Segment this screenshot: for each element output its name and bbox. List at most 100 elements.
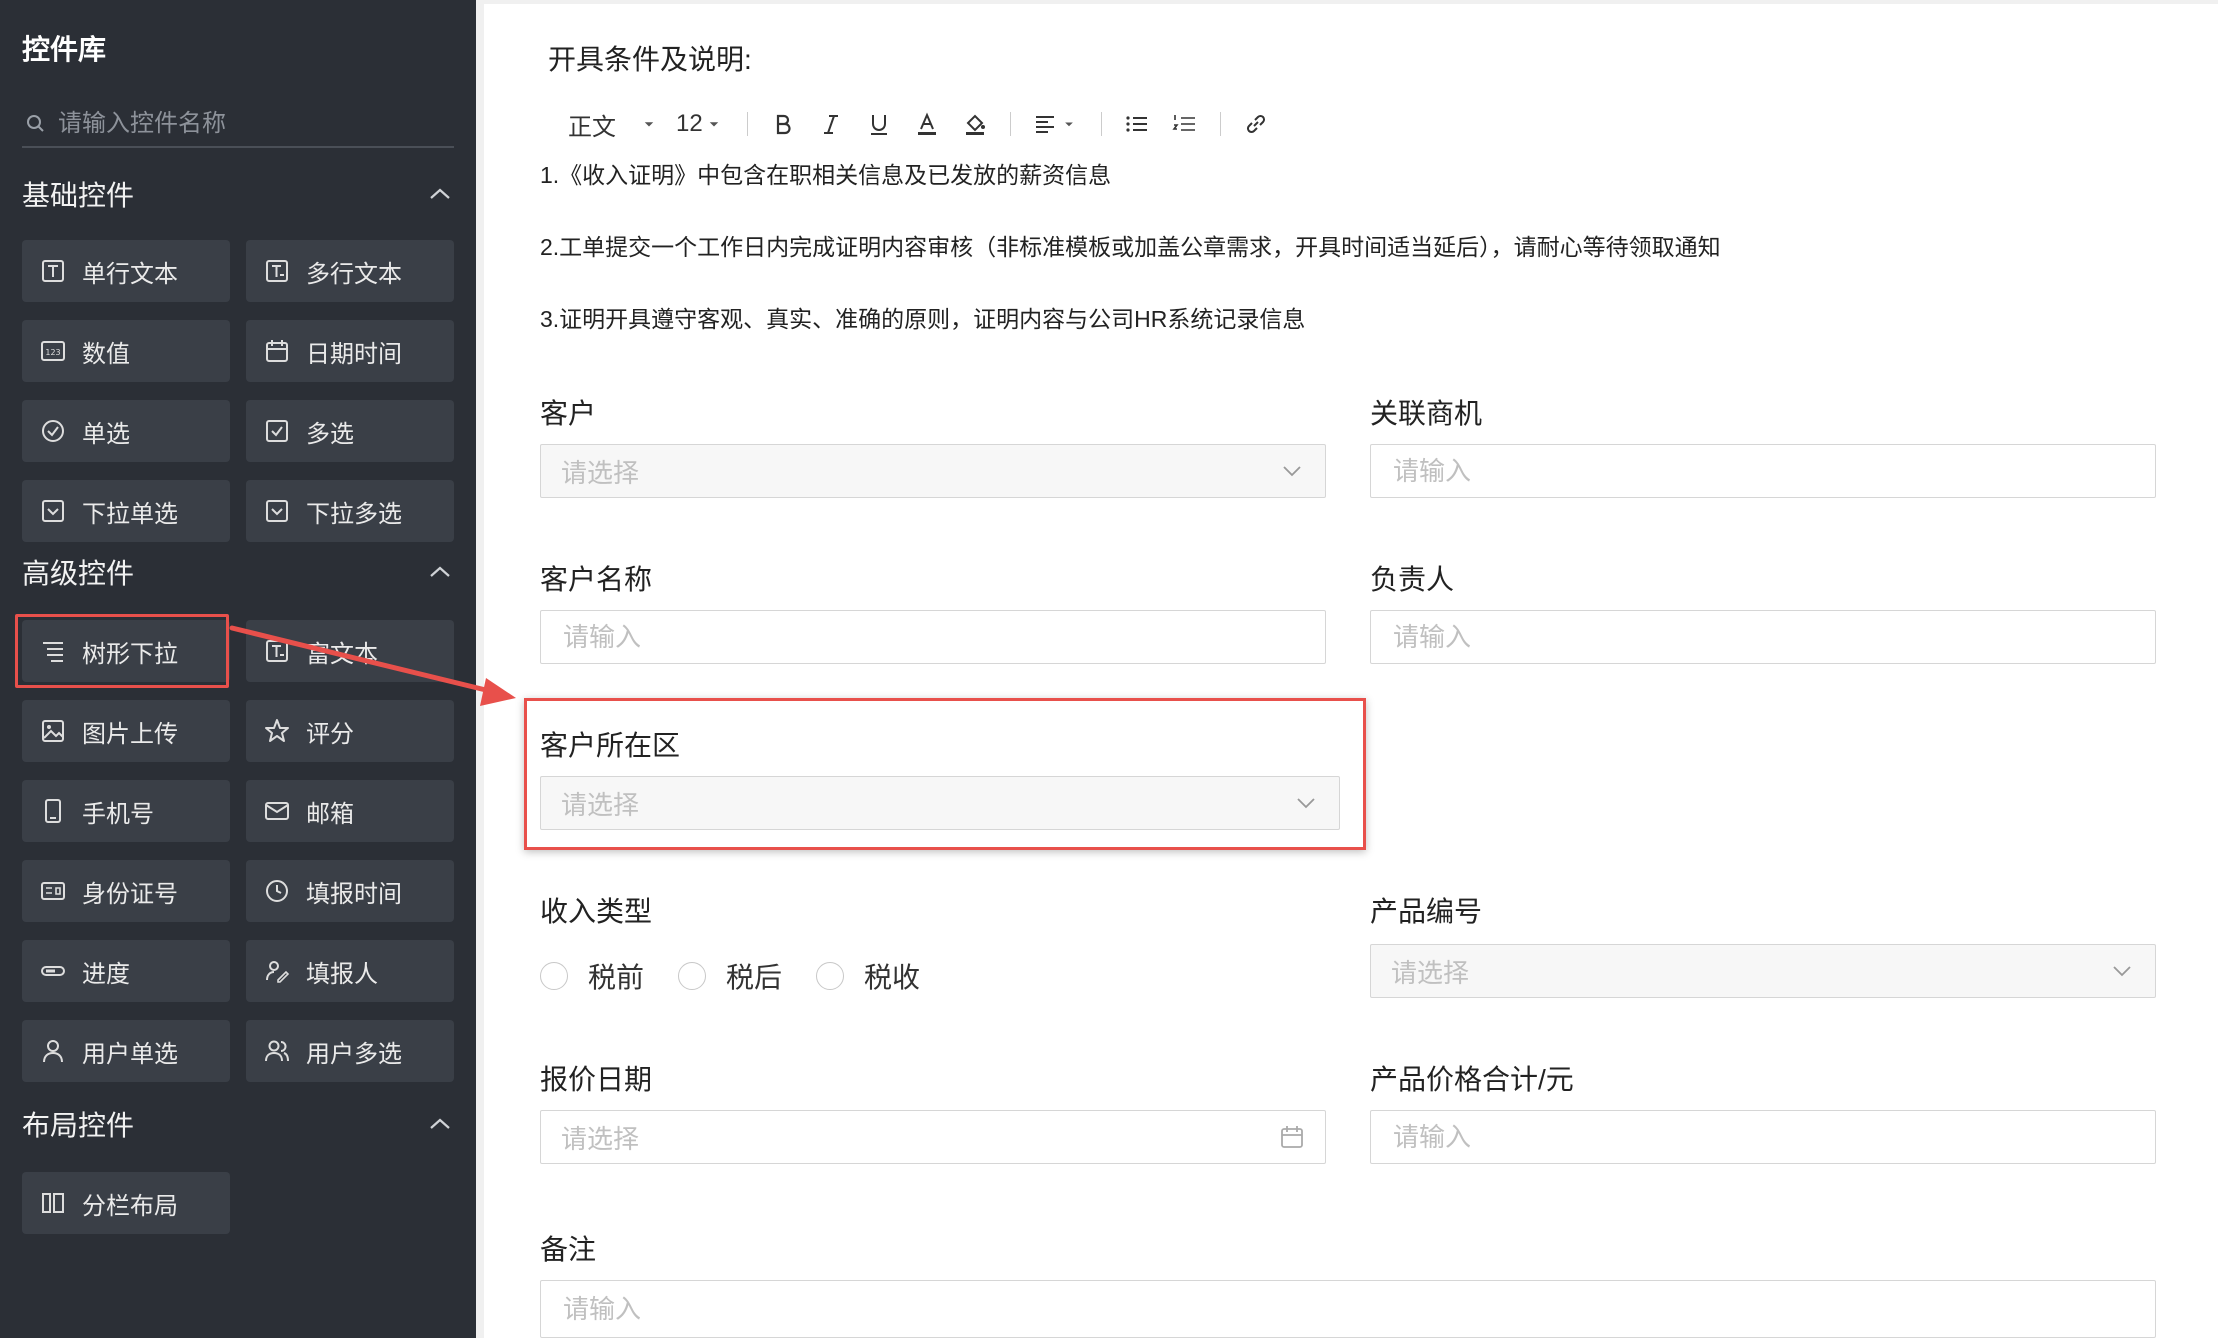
section-advanced-header[interactable]: 高级控件	[22, 552, 454, 592]
widget-dropdown-multi[interactable]: 下拉多选	[246, 480, 454, 542]
customer-name-input[interactable]	[561, 620, 1305, 654]
owner-label: 负责人	[1370, 564, 1455, 595]
section-layout-header[interactable]: 布局控件	[22, 1104, 454, 1144]
remark-input[interactable]	[561, 1292, 2135, 1326]
caret-down-icon	[1064, 122, 1073, 127]
remark-field[interactable]	[540, 1280, 2156, 1338]
link-icon	[1246, 114, 1265, 134]
mail-icon	[262, 796, 292, 826]
italic-button[interactable]	[818, 104, 844, 144]
quote-date-picker[interactable]: 请选择	[540, 1110, 1326, 1164]
numbered-list-icon	[1172, 115, 1195, 131]
radio-check-icon	[38, 416, 68, 446]
product-code-select[interactable]: 请选择	[1370, 944, 2156, 998]
widget-library-sidebar: 控件库 基础控件 单行文本 多行文本 123 数值 日期时间 单选 多选 下拉单…	[0, 0, 476, 1338]
widget-phone[interactable]: 手机号	[22, 780, 230, 842]
widget-submit-time[interactable]: 填报时间	[246, 860, 454, 922]
owner-input[interactable]	[1391, 620, 2135, 654]
chevron-up-icon[interactable]	[426, 1110, 454, 1138]
section-layout-title: 布局控件	[22, 1110, 135, 1141]
underline-button[interactable]	[866, 104, 892, 144]
widget-multi-select[interactable]: 多选	[246, 400, 454, 462]
widget-email[interactable]: 邮箱	[246, 780, 454, 842]
link-button[interactable]	[1243, 104, 1269, 144]
widget-image-upload[interactable]: 图片上传	[22, 700, 230, 762]
widget-label: 单选	[82, 420, 130, 448]
widget-label: 富文本	[306, 640, 378, 668]
paragraph-style-select[interactable]: 正文	[568, 104, 660, 144]
search-icon	[22, 110, 50, 138]
text-field-icon	[38, 256, 68, 286]
font-size-select[interactable]: 12	[676, 104, 725, 144]
price-total-input[interactable]	[1391, 1120, 2135, 1154]
dropdown-icon	[262, 496, 292, 526]
widget-search-input[interactable]	[56, 109, 450, 139]
italic-icon	[823, 115, 838, 134]
price-total-field[interactable]	[1370, 1110, 2156, 1164]
bold-icon	[776, 114, 791, 135]
sidebar-title: 控件库	[22, 34, 107, 65]
opportunity-label: 关联商机	[1370, 398, 1483, 429]
quote-date-placeholder: 请选择	[561, 1123, 640, 1154]
caret-down-icon	[644, 122, 654, 127]
chevron-up-icon[interactable]	[426, 180, 454, 208]
toolbar-divider	[746, 112, 748, 136]
radio-label: 税前	[588, 962, 645, 993]
remark-label: 备注	[540, 1234, 597, 1265]
product-code-placeholder: 请选择	[1391, 957, 1470, 988]
bullet-list-button[interactable]	[1124, 104, 1150, 144]
radio-circle[interactable]	[678, 962, 707, 990]
widget-multi-line-text[interactable]: 多行文本	[246, 240, 454, 302]
rich-text-icon	[262, 636, 292, 666]
form-card: 开具条件及说明: 正文 12 1.《收入证明》中包含在职相关信息及已发放的薪资信…	[484, 4, 2218, 1338]
chevron-up-icon[interactable]	[426, 558, 454, 586]
section-basic-title: 基础控件	[22, 180, 135, 211]
radio-label: 税收	[864, 962, 921, 993]
widget-id-number[interactable]: 身份证号	[22, 860, 230, 922]
radio-tax[interactable]: 税收	[816, 956, 920, 996]
widget-label: 日期时间	[306, 340, 402, 368]
widget-number[interactable]: 123 数值	[22, 320, 230, 382]
widget-search	[22, 102, 454, 148]
widget-user-multi[interactable]: 用户多选	[246, 1020, 454, 1082]
widget-rating[interactable]: 评分	[246, 700, 454, 762]
radio-circle[interactable]	[816, 962, 845, 990]
widget-single-select[interactable]: 单选	[22, 400, 230, 462]
price-total-label: 产品价格合计/元	[1370, 1064, 1574, 1095]
clock-icon	[262, 876, 292, 906]
widget-label: 手机号	[82, 800, 154, 828]
customer-name-field[interactable]	[540, 610, 1326, 664]
highlight-color-button[interactable]	[962, 104, 988, 144]
section-advanced-title: 高级控件	[22, 558, 135, 589]
widget-column-layout[interactable]: 分栏布局	[22, 1172, 230, 1234]
widget-user-single[interactable]: 用户单选	[22, 1020, 230, 1082]
widget-submitter[interactable]: 填报人	[246, 940, 454, 1002]
widget-dropdown-single[interactable]: 下拉单选	[22, 480, 230, 542]
radio-circle[interactable]	[540, 962, 568, 990]
widget-label: 填报时间	[306, 880, 402, 908]
align-select[interactable]	[1033, 104, 1079, 144]
underline-icon	[870, 115, 887, 135]
radio-after-tax[interactable]: 税后	[678, 956, 782, 996]
widget-single-line-text[interactable]: 单行文本	[22, 240, 230, 302]
widget-progress[interactable]: 进度	[22, 940, 230, 1002]
font-color-button[interactable]	[914, 104, 940, 144]
widget-rich-text[interactable]: 富文本	[246, 620, 454, 682]
phone-icon	[38, 796, 68, 826]
intro-line-3: 3.证明开具遵守客观、真实、准确的原则，证明内容与公司HR系统记录信息	[540, 306, 1306, 332]
widget-label: 多选	[306, 420, 354, 448]
opportunity-field[interactable]	[1370, 444, 2156, 498]
section-basic-header[interactable]: 基础控件	[22, 174, 454, 214]
radio-pre-tax[interactable]: 税前	[540, 956, 644, 996]
widget-datetime[interactable]: 日期时间	[246, 320, 454, 382]
bold-button[interactable]	[770, 104, 796, 144]
numbered-list-button[interactable]	[1172, 104, 1198, 144]
customer-select[interactable]: 请选择	[540, 444, 1326, 498]
widget-label: 数值	[82, 340, 130, 368]
opportunity-input[interactable]	[1391, 454, 2135, 488]
widget-label: 用户单选	[82, 1040, 178, 1068]
quote-date-label: 报价日期	[540, 1064, 653, 1095]
owner-field[interactable]	[1370, 610, 2156, 664]
number-icon: 123	[38, 336, 68, 366]
paragraph-style-value: 正文	[568, 113, 616, 141]
